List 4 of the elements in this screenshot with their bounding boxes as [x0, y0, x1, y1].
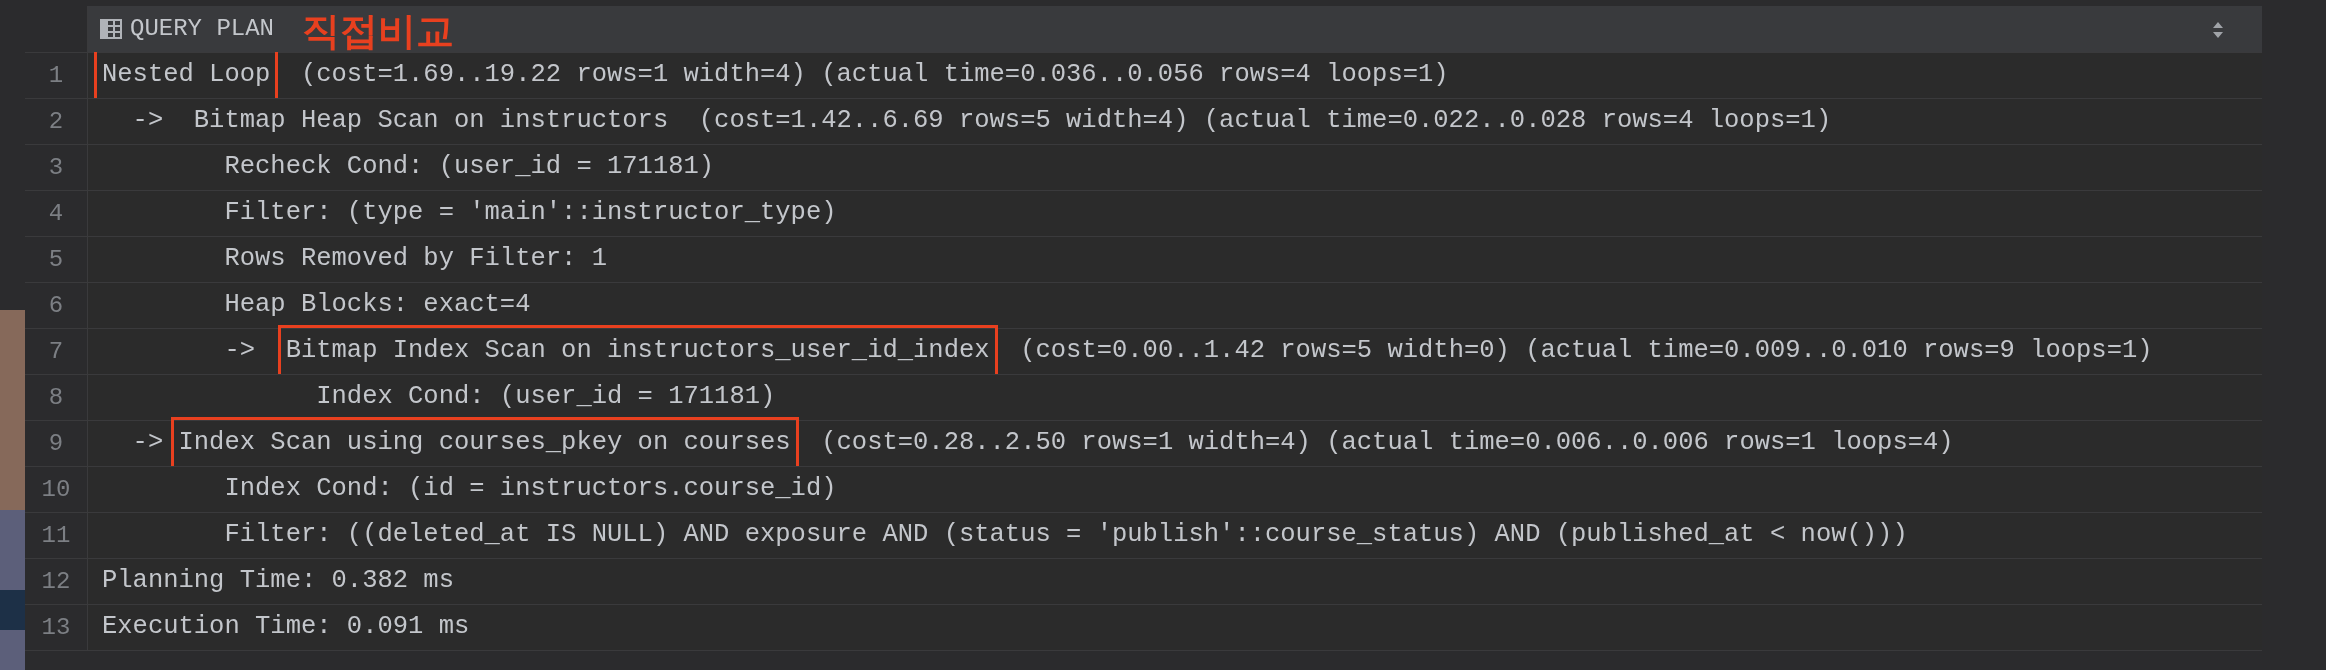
- column-title: QUERY PLAN: [130, 14, 275, 44]
- table-icon: [100, 18, 122, 40]
- annotation-label: 직접비교: [302, 12, 455, 50]
- sort-icon[interactable]: [2212, 21, 2224, 39]
